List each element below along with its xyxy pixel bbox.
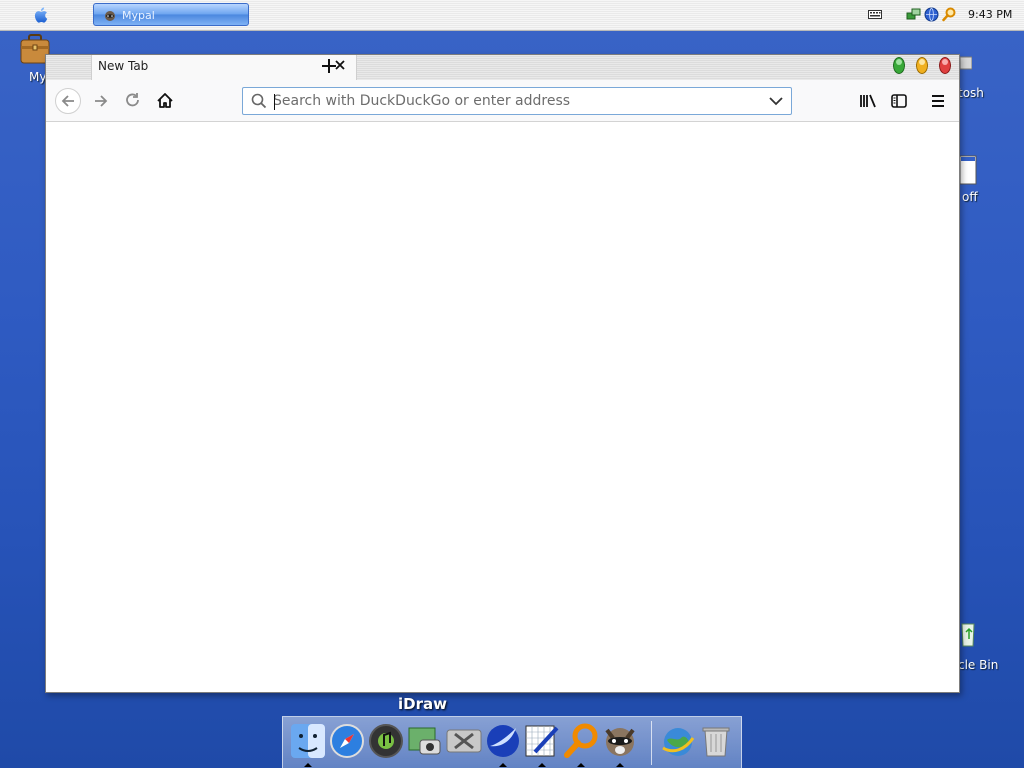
finder-icon[interactable] bbox=[289, 722, 327, 760]
macintosh-hd-icon[interactable] bbox=[960, 55, 972, 71]
tab-new-tab[interactable]: New Tab bbox=[91, 55, 357, 81]
running-indicator bbox=[304, 763, 312, 767]
search-icon[interactable] bbox=[942, 7, 957, 22]
reload-icon[interactable] bbox=[119, 88, 147, 114]
running-indicator bbox=[499, 763, 507, 767]
recycle-bin-icon[interactable] bbox=[960, 620, 976, 650]
library-icon[interactable] bbox=[854, 88, 882, 114]
internet-icon[interactable] bbox=[659, 722, 697, 760]
chevron-down-icon[interactable] bbox=[769, 96, 783, 106]
dock bbox=[282, 716, 742, 768]
itunes-icon[interactable] bbox=[367, 722, 405, 760]
trash-icon[interactable] bbox=[697, 722, 735, 760]
browser-window: New Tab bbox=[45, 54, 960, 693]
taskbar-button-label: Mypal bbox=[122, 9, 155, 22]
sherlock-icon[interactable] bbox=[562, 722, 600, 760]
home-icon[interactable] bbox=[151, 88, 179, 114]
dock-separator bbox=[651, 721, 652, 765]
iphoto-icon[interactable] bbox=[406, 722, 444, 760]
zoom-window-icon[interactable] bbox=[893, 57, 905, 74]
taskbar-mypal-button[interactable]: Mypal bbox=[93, 3, 249, 26]
url-input[interactable] bbox=[273, 91, 753, 111]
desktop-label-recycle-bin[interactable]: cle Bin bbox=[958, 658, 998, 672]
running-indicator bbox=[538, 763, 546, 767]
safari-icon[interactable] bbox=[328, 722, 366, 760]
sidebar-toggle-icon[interactable] bbox=[885, 88, 913, 114]
dock-hover-label: iDraw bbox=[398, 695, 447, 713]
running-indicator bbox=[616, 763, 624, 767]
close-window-icon[interactable] bbox=[939, 57, 951, 74]
clock: 9:43 PM bbox=[968, 8, 1013, 21]
tab-title: New Tab bbox=[98, 59, 149, 73]
address-bar[interactable] bbox=[242, 87, 792, 115]
running-indicator bbox=[577, 763, 585, 767]
network-icon[interactable] bbox=[906, 7, 921, 22]
minimize-window-icon[interactable] bbox=[916, 57, 928, 74]
keyboard-icon[interactable] bbox=[868, 8, 882, 20]
apple-menu-icon[interactable] bbox=[33, 6, 51, 24]
forward-arrow-icon[interactable] bbox=[87, 88, 115, 114]
raccoon-icon bbox=[105, 11, 115, 21]
globe-icon[interactable] bbox=[924, 7, 939, 22]
desktop-label-shutoff[interactable]: off bbox=[962, 190, 978, 204]
menubar: Mypal 9:43 PM bbox=[0, 0, 1024, 31]
hamburger-menu-icon[interactable] bbox=[924, 88, 952, 114]
page-content-area bbox=[46, 122, 959, 692]
shutoff-icon[interactable] bbox=[960, 155, 978, 185]
mypal-icon[interactable] bbox=[484, 722, 522, 760]
search-icon bbox=[251, 93, 267, 109]
idraw-icon[interactable] bbox=[523, 722, 561, 760]
navigation-toolbar bbox=[46, 80, 959, 122]
text-caret bbox=[274, 94, 275, 110]
new-tab-plus-icon[interactable] bbox=[320, 57, 338, 75]
desktop-label-macintosh-hd[interactable]: tosh bbox=[958, 86, 984, 100]
raccoon-app-icon[interactable] bbox=[601, 722, 639, 760]
back-arrow-icon[interactable] bbox=[54, 88, 82, 114]
tab-strip: New Tab bbox=[46, 55, 959, 81]
system-preferences-icon[interactable] bbox=[445, 722, 483, 760]
